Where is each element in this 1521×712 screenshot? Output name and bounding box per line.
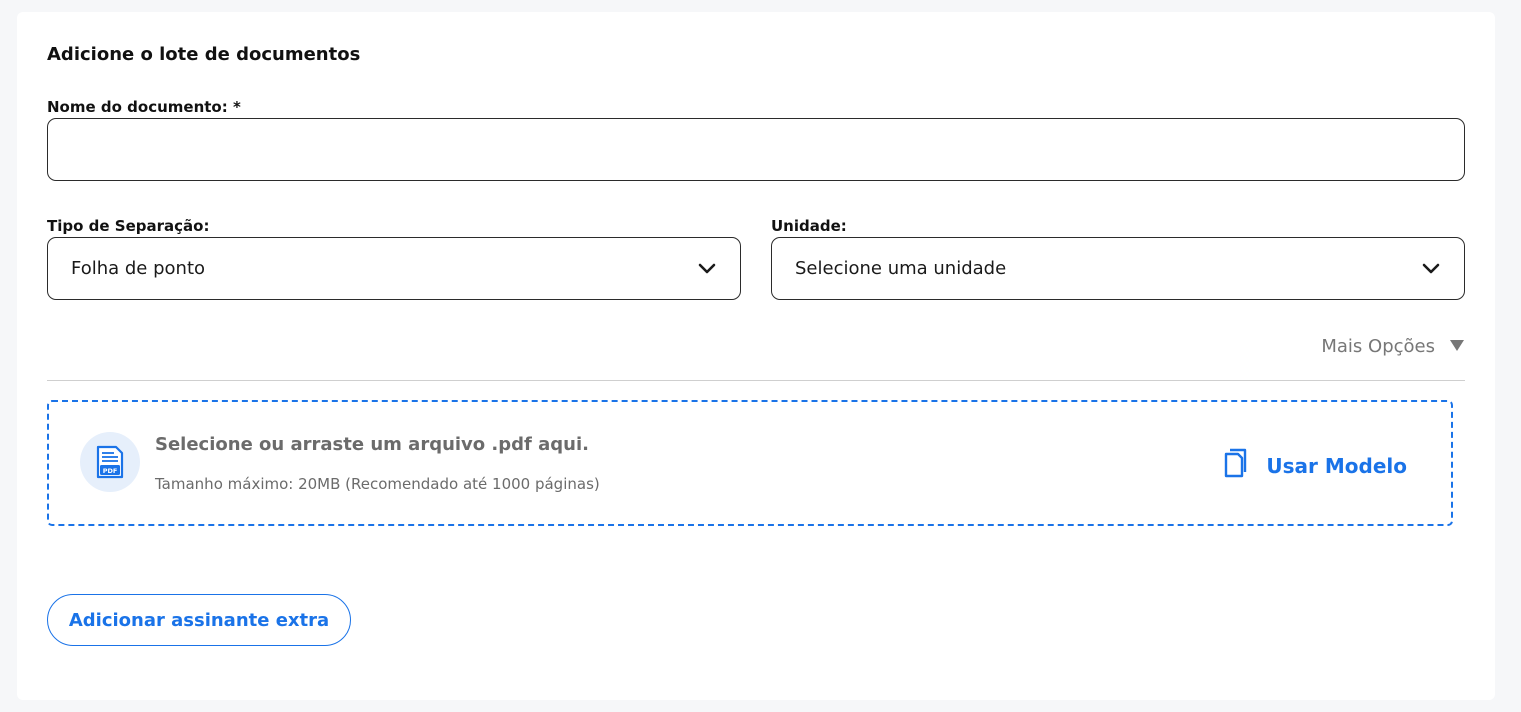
document-name-input[interactable] <box>47 118 1465 181</box>
unit-value: Selecione uma unidade <box>795 258 1007 279</box>
dropzone-subtitle: Tamanho máximo: 20MB (Recomendado até 10… <box>155 475 600 493</box>
add-extra-signer-button[interactable]: Adicionar assinante extra <box>47 594 351 646</box>
document-name-label: Nome do documento: * <box>47 98 241 116</box>
more-options-toggle[interactable]: Mais Opções <box>1321 336 1465 357</box>
copy-icon <box>1224 448 1248 483</box>
svg-text:PDF: PDF <box>103 467 118 475</box>
use-template-label: Usar Modelo <box>1266 453 1407 478</box>
triangle-down-icon <box>1449 336 1465 357</box>
chevron-down-icon <box>1421 259 1441 279</box>
pdf-file-icon: PDF <box>80 432 140 492</box>
use-template-button[interactable]: Usar Modelo <box>1224 448 1407 483</box>
divider <box>47 380 1465 381</box>
chevron-down-icon <box>697 259 717 279</box>
separation-type-value: Folha de ponto <box>71 258 206 279</box>
section-title: Adicione o lote de documentos <box>47 44 361 65</box>
document-batch-card: Adicione o lote de documentos Nome do do… <box>17 12 1495 700</box>
dropzone-title: Selecione ou arraste um arquivo .pdf aqu… <box>155 434 589 455</box>
unit-label: Unidade: <box>771 217 847 235</box>
separation-type-label: Tipo de Separação: <box>47 217 210 235</box>
separation-type-select[interactable]: Folha de ponto <box>47 237 741 300</box>
unit-select[interactable]: Selecione uma unidade <box>771 237 1465 300</box>
more-options-label: Mais Opções <box>1321 336 1435 357</box>
pdf-dropzone[interactable]: PDF Selecione ou arraste um arquivo .pdf… <box>47 400 1453 526</box>
